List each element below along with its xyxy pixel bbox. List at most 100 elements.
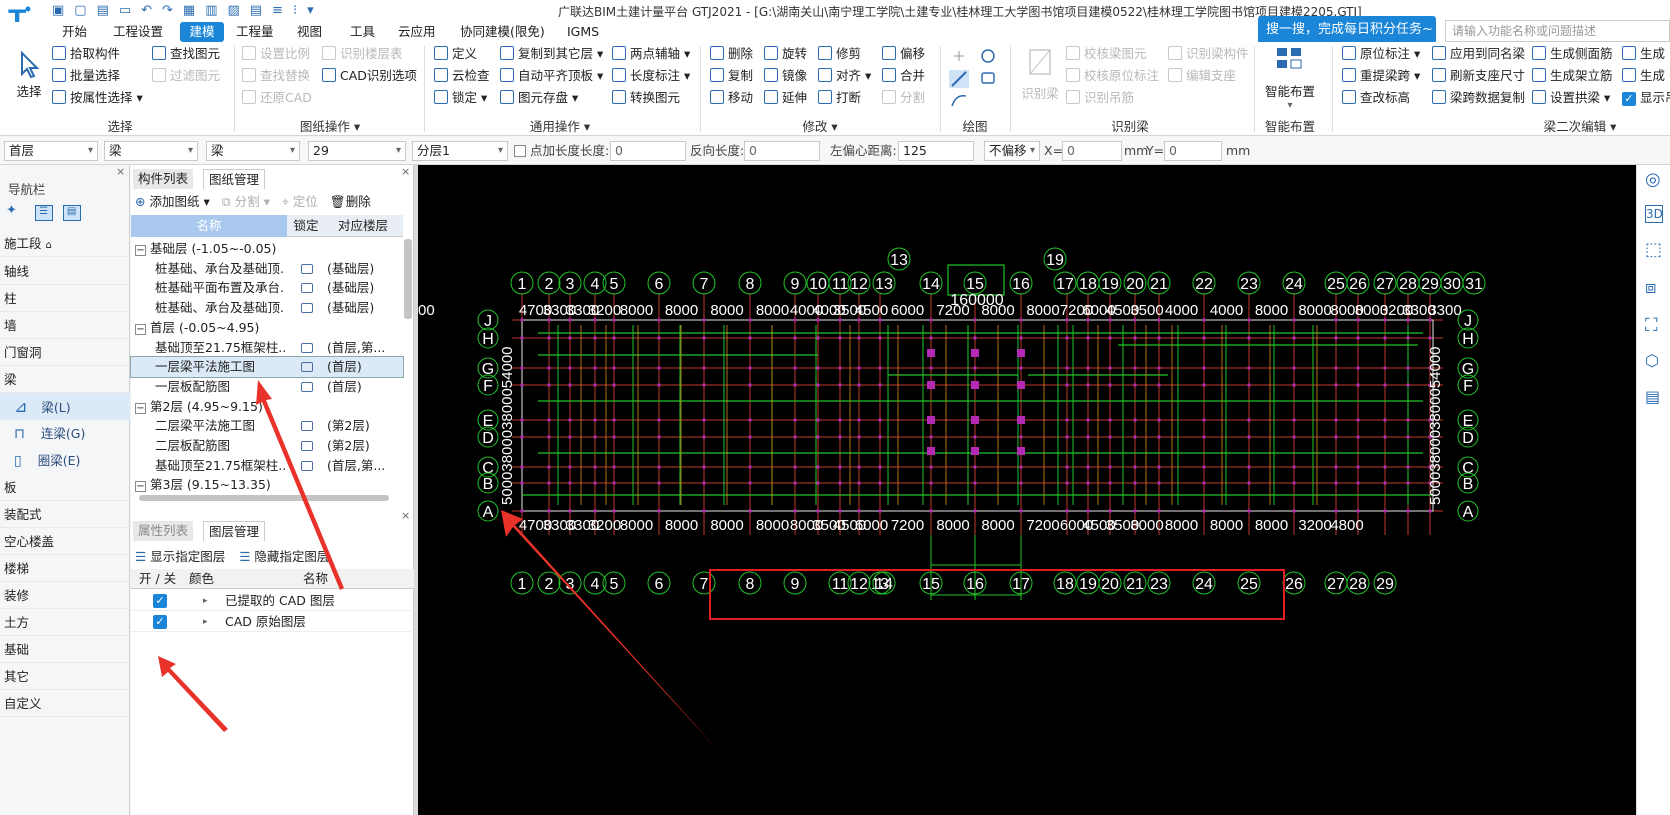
edit-support-button[interactable]: 编辑支座 bbox=[1168, 66, 1236, 86]
table-row[interactable]: 基础顶至21.75框架柱... (首层,第... bbox=[131, 456, 403, 476]
auto-align-button[interactable]: 自动平齐顶板 ▾ bbox=[500, 66, 603, 86]
cad-canvas[interactable]: 1 2 3 4 5 6 7 8 9 10 11 12 13 14 15 16 17 18 19 20 21 22 23 24 2… bbox=[418, 165, 1636, 815]
line-icon[interactable] bbox=[949, 70, 969, 88]
quick-access-icon[interactable]: ▣▢▤▭↶↷▦▥▨▤≡⁝▾ bbox=[52, 3, 324, 18]
scrollbar[interactable] bbox=[404, 239, 412, 319]
edit-elevation-button[interactable]: 查改标高 bbox=[1342, 88, 1410, 108]
layer-close-icon[interactable]: × bbox=[401, 509, 410, 522]
table-row[interactable]: 一层梁平法施工图 (首层) bbox=[130, 356, 404, 379]
generate-button-2[interactable]: 生成 bbox=[1622, 66, 1665, 86]
tab-project-settings[interactable]: 工程设置 bbox=[113, 22, 163, 42]
split-button[interactable]: 分割 bbox=[882, 88, 925, 108]
lock-icon[interactable] bbox=[301, 441, 313, 451]
split-drawing-button[interactable]: ⧉ 分割 ▾ bbox=[222, 194, 270, 209]
restore-cad-button[interactable]: 还原CAD bbox=[242, 88, 312, 108]
expand-arrow-icon[interactable]: ▸ bbox=[203, 591, 208, 611]
delete-button[interactable]: 删除 bbox=[710, 44, 753, 64]
smart-layout-button[interactable]: 智能布置 ▾ bbox=[1262, 44, 1318, 111]
cube-icon[interactable]: ⧈ bbox=[1645, 277, 1656, 298]
recognize-hanger-button[interactable]: 识别吊筋 bbox=[1066, 88, 1134, 108]
refresh-support-button[interactable]: 刷新支座尺寸 bbox=[1432, 66, 1525, 86]
table-row[interactable]: 桩基础、承台及基础顶... (基础层) bbox=[131, 298, 403, 318]
search-input[interactable]: 请输入功能名称或问题描述 bbox=[1445, 20, 1670, 42]
3d-view-icon[interactable]: 3D bbox=[1645, 205, 1663, 223]
collapse-icon[interactable]: − bbox=[135, 402, 146, 414]
detail-view-icon[interactable]: ▤ bbox=[62, 205, 81, 221]
check-annotation-button[interactable]: 校核原位标注 bbox=[1066, 66, 1159, 86]
lock-icon[interactable] bbox=[301, 303, 313, 314]
nav-item-beam[interactable]: 梁 bbox=[0, 366, 130, 393]
nav-item-foundation[interactable]: 基础 bbox=[0, 636, 130, 663]
table-row[interactable]: 二层梁平法施工图 (第2层) bbox=[131, 416, 403, 436]
tab-layer-management[interactable]: 图层管理 bbox=[203, 521, 266, 541]
cloud-check-button[interactable]: 云检查 bbox=[434, 66, 490, 86]
nav-item-custom[interactable]: 自定义 bbox=[0, 690, 130, 717]
erection-rebar-button[interactable]: 生成架立筋 bbox=[1532, 66, 1613, 86]
clock-icon[interactable] bbox=[981, 49, 995, 63]
layer-toggle-checkbox[interactable]: ✓ bbox=[153, 594, 167, 608]
lock-icon[interactable] bbox=[301, 421, 313, 432]
tab-collab[interactable]: 协同建模(限免) bbox=[460, 22, 545, 42]
nav-item-prefab[interactable]: 装配式 bbox=[0, 501, 130, 528]
select-by-attr-button[interactable]: 按属性选择 ▾ bbox=[52, 88, 143, 108]
nav-close-icon[interactable]: × bbox=[116, 165, 125, 178]
define-button[interactable]: 定义 bbox=[434, 44, 477, 64]
point-length-checkbox[interactable]: 点加长度 bbox=[514, 141, 580, 161]
offset-button[interactable]: 偏移 bbox=[882, 44, 925, 64]
offset-input[interactable]: 125 bbox=[898, 141, 974, 161]
recognize-beam-button[interactable]: 识别梁 bbox=[1018, 46, 1062, 106]
table-row[interactable]: 一层板配筋图 (首层) bbox=[131, 377, 403, 397]
code-select[interactable]: 29 bbox=[308, 141, 406, 161]
tab-igms[interactable]: IGMS bbox=[567, 22, 599, 42]
nav-item-earthwork[interactable]: 土方 bbox=[0, 609, 130, 636]
copy-button[interactable]: 复制 bbox=[710, 66, 753, 86]
expand-arrow-icon[interactable]: ▸ bbox=[203, 612, 208, 632]
align-button[interactable]: 对齐 ▾ bbox=[818, 66, 871, 86]
set-scale-button[interactable]: 设置比例 bbox=[242, 44, 310, 64]
find-element-button[interactable]: 查找图元 bbox=[152, 44, 220, 64]
lock-icon[interactable] bbox=[301, 283, 313, 294]
nav-item-hollow-floor[interactable]: 空心楼盖 bbox=[0, 528, 130, 555]
recognize-beam-comp-button[interactable]: 识别梁构件 bbox=[1168, 44, 1249, 64]
move-button[interactable]: 移动 bbox=[710, 88, 753, 108]
fit-view-icon[interactable]: ⛶ bbox=[1645, 315, 1658, 336]
two-point-axis-button[interactable]: 两点辅轴 ▾ bbox=[612, 44, 690, 64]
delete-drawing-button[interactable]: 🗑删除 bbox=[330, 194, 371, 209]
in-situ-annotation-button[interactable]: 原位标注 ▾ bbox=[1342, 44, 1420, 64]
nav-item-other[interactable]: 其它 bbox=[0, 663, 130, 690]
filter-element-button[interactable]: 过滤图元 bbox=[152, 66, 220, 86]
lock-icon[interactable] bbox=[301, 362, 313, 373]
rect-icon[interactable] bbox=[981, 72, 995, 84]
show-layer-button[interactable]: ☰ 显示指定图层 bbox=[135, 549, 225, 564]
re-extract-span-button[interactable]: 重提梁跨 ▾ bbox=[1342, 66, 1420, 86]
expand-icon[interactable]: ✦ bbox=[6, 203, 17, 218]
rotate-button[interactable]: 旋转 bbox=[764, 44, 807, 64]
nav-item-stairs[interactable]: 楼梯 bbox=[0, 555, 130, 582]
nav-sub-beam[interactable]: ⊿ 梁(L) bbox=[14, 393, 71, 420]
list-view-icon[interactable]: ☰ bbox=[34, 205, 53, 221]
locate-button[interactable]: ⌖ 定位 bbox=[282, 194, 318, 209]
tree-group[interactable]: − 基础层 (-1.05~-0.05) bbox=[131, 239, 403, 259]
tab-modeling[interactable]: 建模 bbox=[180, 22, 224, 42]
tree-group[interactable]: − 第2层 (4.95~9.15) bbox=[131, 397, 403, 417]
arch-beam-button[interactable]: 设置拱梁 ▾ bbox=[1532, 88, 1610, 108]
layer-select[interactable]: 分层1 bbox=[412, 141, 508, 161]
side-rebar-button[interactable]: 生成侧面筋 bbox=[1532, 44, 1613, 64]
copy-span-data-button[interactable]: 梁跨数据复制 bbox=[1432, 88, 1525, 108]
floor-select[interactable]: 首层 bbox=[4, 141, 98, 161]
y-input[interactable]: 0 bbox=[1164, 141, 1222, 161]
orbit-icon[interactable]: ◎ bbox=[1645, 169, 1661, 190]
tab-tools[interactable]: 工具 bbox=[350, 22, 375, 42]
table-row[interactable]: 基础顶至21.75框架柱... (首层,第... bbox=[131, 338, 403, 358]
generate-button[interactable]: 生成 bbox=[1622, 44, 1665, 64]
select-button[interactable]: 选择 bbox=[12, 50, 46, 106]
point-icon[interactable] bbox=[954, 51, 964, 61]
tab-property-list[interactable]: 属性列表 bbox=[133, 521, 194, 541]
tab-start[interactable]: 开始 bbox=[62, 22, 87, 42]
panel-close-icon[interactable]: × bbox=[401, 165, 410, 178]
tab-component-list[interactable]: 构件列表 bbox=[133, 169, 194, 189]
nav-item-decoration[interactable]: 装修 bbox=[0, 582, 130, 609]
convert-element-button[interactable]: 转换图元 bbox=[612, 88, 680, 108]
table-row[interactable]: 二层板配筋图 (第2层) bbox=[131, 436, 403, 456]
tab-view[interactable]: 视图 bbox=[297, 22, 322, 42]
